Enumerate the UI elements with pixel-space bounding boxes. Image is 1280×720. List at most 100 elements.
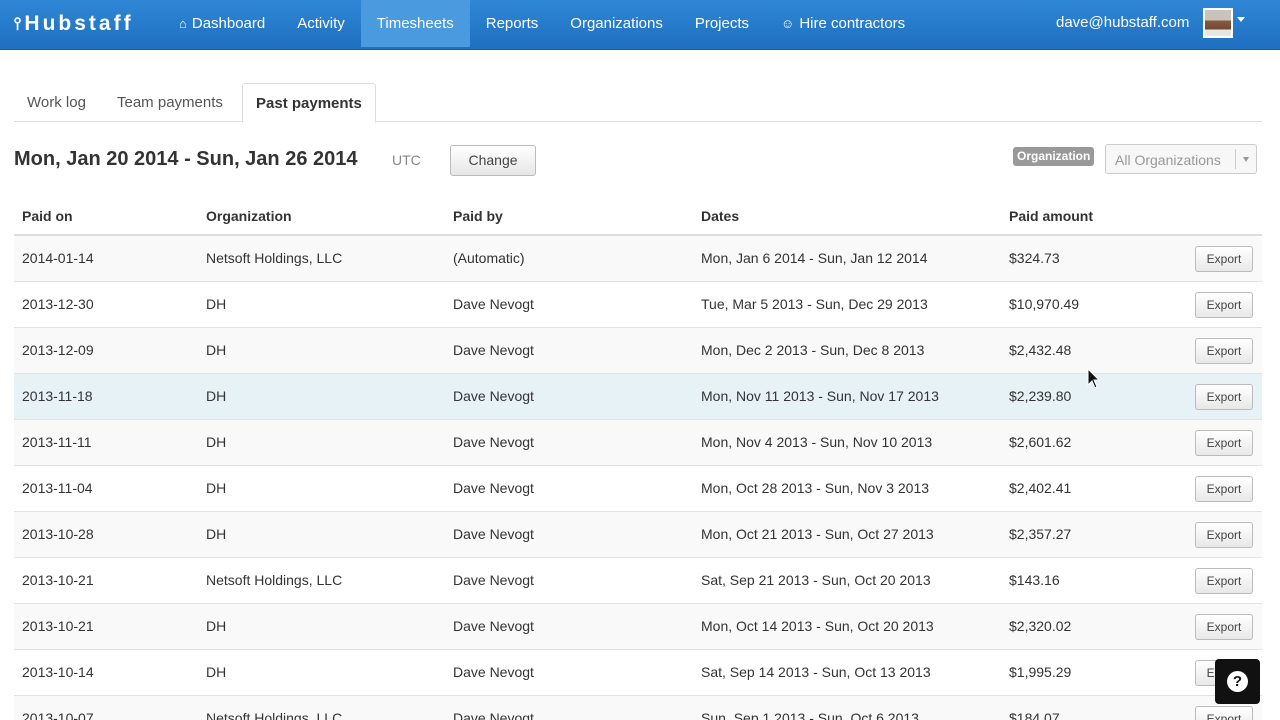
- user-menu-caret-icon[interactable]: [1237, 17, 1245, 22]
- cell-organization: Netsoft Holdings, LLC: [206, 250, 343, 266]
- home-icon: ⌂: [179, 16, 187, 31]
- cell-dates: Mon, Nov 11 2013 - Sun, Nov 17 2013: [701, 388, 939, 404]
- organization-select[interactable]: All Organizations: [1105, 144, 1257, 174]
- table-row: 2013-10-21 Netsoft Holdings, LLC Dave Nevo…: [14, 558, 1262, 604]
- export-button[interactable]: Export: [1195, 568, 1253, 594]
- nav-hire-contractors-label: Hire contractors: [799, 15, 906, 32]
- cell-paid-on: 2013-10-14: [22, 664, 94, 680]
- cell-paid-by: Dave Nevogt: [453, 342, 534, 358]
- tab-work-log[interactable]: Work log: [27, 83, 86, 122]
- cell-paid-on: 2013-10-21: [22, 572, 94, 588]
- logo-mark-icon: ⫯: [14, 14, 22, 33]
- question-icon: ?: [1227, 671, 1248, 692]
- hubstaff-logo[interactable]: ⫯ Hubstaff: [14, 10, 134, 38]
- cell-paid-on: 2013-10-28: [22, 526, 94, 542]
- nav-hire-contractors[interactable]: ☺ Hire contractors: [765, 0, 921, 47]
- users-icon: ☺: [781, 16, 795, 31]
- date-range-title: Mon, Jan 20 2014 - Sun, Jan 26 2014: [14, 148, 358, 170]
- cell-organization: Netsoft Holdings, LLC: [206, 710, 343, 720]
- export-button[interactable]: Export: [1195, 706, 1253, 720]
- cell-organization: DH: [206, 664, 227, 680]
- cell-paid-amount: $2,357.27: [1009, 526, 1072, 542]
- cell-dates: Sun, Sep 1 2013 - Sun, Oct 6 2013: [701, 710, 919, 720]
- cell-paid-by: Dave Nevogt: [453, 388, 534, 404]
- cell-paid-amount: $2,320.02: [1009, 618, 1072, 634]
- top-navbar: ⫯ Hubstaff ⌂ Dashboard Activity Timeshee…: [0, 0, 1280, 50]
- main-nav: ⌂ Dashboard Activity Timesheets Reports …: [163, 0, 921, 50]
- cell-paid-on: 2013-12-30: [22, 296, 94, 312]
- export-button[interactable]: Export: [1195, 614, 1253, 640]
- change-date-button[interactable]: Change: [450, 145, 536, 176]
- user-email[interactable]: dave@hubstaff.com: [1056, 14, 1189, 31]
- avatar[interactable]: [1203, 8, 1233, 38]
- column-organization: Organization: [206, 208, 292, 224]
- cell-organization: DH: [206, 618, 227, 634]
- export-button[interactable]: Export: [1195, 430, 1253, 456]
- export-button[interactable]: Export: [1195, 338, 1253, 364]
- cell-organization: DH: [206, 342, 227, 358]
- nav-projects-label: Projects: [694, 15, 750, 32]
- export-button[interactable]: Export: [1195, 292, 1253, 318]
- cell-paid-amount: $143.16: [1009, 572, 1060, 588]
- chevron-down-icon: [1243, 157, 1249, 162]
- cell-paid-by: Dave Nevogt: [453, 480, 534, 496]
- cell-paid-on: 2013-11-04: [22, 480, 93, 496]
- cell-organization: DH: [206, 434, 227, 450]
- table-row: 2013-10-28 DH Dave Nevogt Mon, Oct 21 2013 …: [14, 512, 1262, 558]
- cell-dates: Tue, Mar 5 2013 - Sun, Dec 29 2013: [701, 296, 928, 312]
- cell-paid-by: Dave Nevogt: [453, 526, 534, 542]
- cell-dates: Mon, Oct 21 2013 - Sun, Oct 27 2013: [701, 526, 934, 542]
- export-button[interactable]: Export: [1195, 476, 1253, 502]
- nav-organizations[interactable]: Organizations: [554, 0, 679, 47]
- select-divider: [1235, 149, 1236, 169]
- cell-paid-amount: $1,995.29: [1009, 664, 1072, 680]
- nav-timesheets-label: Timesheets: [376, 15, 454, 32]
- cell-paid-amount: $324.73: [1009, 250, 1060, 266]
- cell-paid-on: 2014-01-14: [22, 250, 94, 266]
- nav-activity-label: Activity: [297, 15, 345, 32]
- tab-team-payments[interactable]: Team payments: [117, 83, 223, 122]
- cell-paid-by: Dave Nevogt: [453, 664, 534, 680]
- export-button[interactable]: Export: [1195, 246, 1253, 272]
- nav-activity[interactable]: Activity: [281, 0, 361, 47]
- cell-paid-amount: $2,239.80: [1009, 388, 1072, 404]
- nav-reports[interactable]: Reports: [470, 0, 555, 47]
- column-dates: Dates: [701, 208, 740, 224]
- organization-select-value: All Organizations: [1115, 152, 1221, 168]
- table-row: 2013-11-18 DH Dave Nevogt Mon, Nov 11 2013 …: [14, 374, 1262, 420]
- export-button[interactable]: Export: [1195, 522, 1253, 548]
- nav-dashboard-label: Dashboard: [191, 15, 266, 32]
- cell-organization: DH: [206, 388, 227, 404]
- organization-badge: Organization: [1013, 147, 1095, 166]
- cell-dates: Mon, Oct 28 2013 - Sun, Nov 3 2013: [701, 480, 930, 496]
- nav-dashboard[interactable]: ⌂ Dashboard: [163, 0, 281, 47]
- logo-text: Hubstaff: [24, 12, 134, 35]
- table-row: 2013-10-07 Netsoft Holdings, LLC Dave Nevo…: [14, 696, 1262, 720]
- table-row: 2014-01-14 Netsoft Holdings, LLC (Automati…: [14, 236, 1262, 282]
- cell-paid-on: 2013-11-11: [22, 434, 92, 450]
- cell-dates: Mon, Oct 14 2013 - Sun, Oct 20 2013: [701, 618, 934, 634]
- cell-paid-on: 2013-10-07: [22, 710, 94, 720]
- cell-paid-amount: $184.07: [1009, 710, 1060, 720]
- cell-organization: DH: [206, 296, 227, 312]
- cell-paid-amount: $10,970.49: [1009, 296, 1080, 312]
- cell-paid-amount: $2,601.62: [1009, 434, 1072, 450]
- column-paid-by: Paid by: [453, 208, 503, 224]
- table-header: Paid on Organization Paid by Dates Paid …: [14, 199, 1262, 236]
- nav-timesheets[interactable]: Timesheets: [360, 0, 470, 47]
- nav-organizations-label: Organizations: [570, 15, 663, 32]
- export-button[interactable]: Export: [1195, 384, 1253, 410]
- cell-organization: DH: [206, 480, 227, 496]
- nav-reports-label: Reports: [485, 15, 539, 32]
- mouse-cursor-icon: [1087, 368, 1101, 389]
- tab-past-payments[interactable]: Past payments: [242, 83, 376, 123]
- cell-paid-by: Dave Nevogt: [453, 572, 534, 588]
- table-row: 2013-11-11 DH Dave Nevogt Mon, Nov 4 2013 -…: [14, 420, 1262, 466]
- column-paid-on: Paid on: [22, 208, 73, 224]
- nav-projects[interactable]: Projects: [679, 0, 765, 47]
- cell-paid-on: 2013-10-21: [22, 618, 94, 634]
- cell-paid-by: Dave Nevogt: [453, 618, 534, 634]
- help-button[interactable]: ?: [1215, 659, 1260, 704]
- table-row: 2013-11-04 DH Dave Nevogt Mon, Oct 28 2013 …: [14, 466, 1262, 512]
- cell-paid-on: 2013-11-18: [22, 388, 93, 404]
